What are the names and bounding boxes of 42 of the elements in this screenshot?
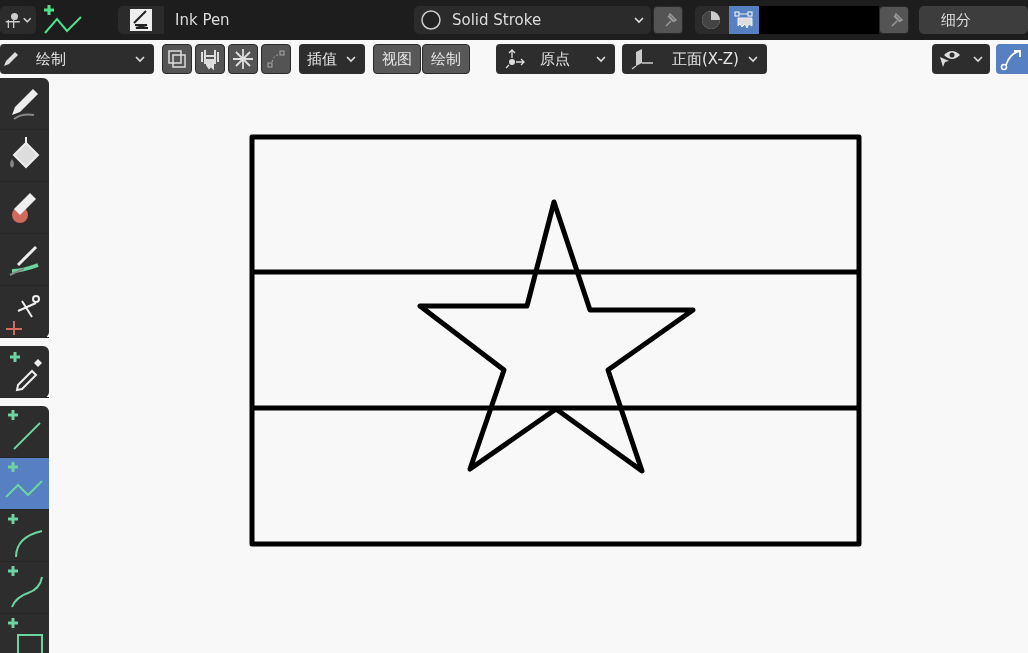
brush-name: Ink Pen bbox=[164, 6, 404, 34]
visibility-dropdown[interactable] bbox=[932, 44, 990, 74]
sphere-icon bbox=[420, 9, 442, 31]
pin-button[interactable] bbox=[879, 6, 909, 34]
brush-preview-icon bbox=[130, 9, 152, 31]
menu-button[interactable]: 视图 bbox=[373, 44, 421, 74]
draw-mode-dropdown[interactable]: 绘制 bbox=[0, 44, 154, 74]
caret-icon bbox=[633, 16, 645, 24]
object-mode-dropdown[interactable] bbox=[0, 6, 36, 34]
toggle-button[interactable] bbox=[261, 44, 291, 74]
pivot-dropdown[interactable]: 原点 bbox=[496, 44, 615, 74]
pivot-icon bbox=[504, 48, 526, 70]
caret-icon bbox=[21, 16, 32, 24]
caret-icon bbox=[134, 55, 146, 63]
orientation-dropdown[interactable]: 正面(X-Z) bbox=[622, 44, 767, 74]
toggle-button[interactable] bbox=[162, 44, 192, 74]
weight-icon bbox=[199, 48, 221, 70]
layers-icon bbox=[166, 48, 188, 70]
overlay-toggle[interactable] bbox=[996, 44, 1028, 74]
toggle-button[interactable] bbox=[195, 44, 225, 74]
shading-icon bbox=[699, 8, 723, 32]
caret-icon bbox=[345, 55, 357, 63]
curve-arrow-icon bbox=[1000, 47, 1024, 71]
brush-field[interactable]: Ink Pen bbox=[118, 6, 404, 34]
vertex-icon bbox=[733, 10, 755, 30]
points-icon bbox=[265, 48, 287, 70]
tripod-icon bbox=[4, 10, 22, 30]
toggle-button[interactable] bbox=[228, 44, 258, 74]
menu-button[interactable]: 绘制 bbox=[422, 44, 470, 74]
material-name: Solid Stroke bbox=[452, 9, 543, 31]
pencil-icon bbox=[2, 50, 20, 68]
caret-icon bbox=[972, 55, 984, 63]
interpolate-dropdown[interactable]: 插值 bbox=[299, 44, 365, 74]
material-dropdown[interactable]: Solid Stroke bbox=[414, 6, 651, 34]
caret-icon bbox=[595, 55, 607, 63]
axis-icon bbox=[630, 48, 654, 70]
edit-lines-toggle[interactable] bbox=[729, 6, 759, 34]
snowflake-icon bbox=[232, 48, 254, 70]
mode-dropdown[interactable]: 细分 bbox=[919, 6, 1028, 34]
color-swatch[interactable] bbox=[759, 6, 879, 34]
caret-icon bbox=[746, 55, 759, 63]
pin-button[interactable] bbox=[653, 6, 683, 34]
